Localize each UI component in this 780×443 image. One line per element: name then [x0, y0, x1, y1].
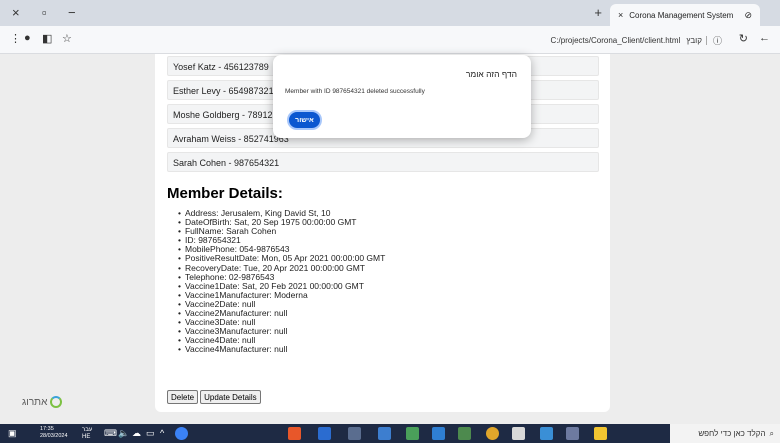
- file-explorer-icon[interactable]: [540, 427, 553, 440]
- minimize-window-icon[interactable]: −: [68, 5, 76, 20]
- search-placeholder: הקלד כאן כדי לחפש: [698, 429, 766, 438]
- notifications-icon[interactable]: ▣: [8, 428, 17, 439]
- vscode-icon[interactable]: [432, 427, 445, 440]
- browser-toolbar: ⋮ ● ◧ ☆ C:/projects/Corona_Client/client…: [0, 26, 780, 54]
- battery-icon[interactable]: ▭: [146, 428, 155, 439]
- network-icon[interactable]: ☁: [132, 428, 141, 439]
- browser-tab-strip: × ▫ − + × Corona Management System ⊘: [0, 0, 780, 26]
- address-bar[interactable]: C:/projects/Corona_Client/client.html קו…: [472, 31, 722, 49]
- dialog-message: Member with ID 987654321 deleted success…: [285, 88, 425, 95]
- dialog-ok-button[interactable]: אישור: [287, 110, 322, 130]
- lang-bottom: HE: [82, 434, 91, 440]
- lang-top: עבר: [82, 427, 93, 433]
- browser-tab[interactable]: × Corona Management System ⊘: [610, 4, 760, 26]
- menu-icon[interactable]: ⋮: [10, 32, 21, 45]
- tab-title: Corona Management System: [629, 10, 734, 20]
- action-buttons: Delete Update Details: [167, 390, 261, 404]
- browser-tray-icon[interactable]: [175, 427, 188, 440]
- site-logo: אתרוג: [22, 396, 63, 408]
- copilot-icon[interactable]: [594, 427, 607, 440]
- clock-time: 17:35: [40, 426, 54, 432]
- volume-icon[interactable]: 🔈: [118, 428, 129, 439]
- task-view-icon[interactable]: [566, 427, 579, 440]
- logo-text: אתרוג: [22, 396, 48, 408]
- update-details-button[interactable]: Update Details: [200, 390, 261, 404]
- info-icon[interactable]: ⓘ: [713, 34, 722, 47]
- back-arrow-icon[interactable]: ←: [759, 32, 770, 44]
- alert-dialog: הדף הזה אומר Member with ID 987654321 de…: [273, 55, 531, 138]
- app-icon-3[interactable]: [348, 427, 361, 440]
- member-details-list: Address: Jerusalem, King David St, 10 Da…: [178, 208, 385, 355]
- url-text: C:/projects/Corona_Client/client.html: [550, 35, 681, 45]
- reload-icon[interactable]: ↻: [739, 32, 748, 45]
- language-indicator[interactable]: עבר HE: [82, 427, 92, 441]
- app-icon-4[interactable]: [378, 427, 391, 440]
- windows-taskbar: ▣ 17:35 28/03/2024 עבר HE ⌨ 🔈 ☁ ▭ ^ הקלד…: [0, 424, 780, 443]
- chevron-up-icon[interactable]: ^: [160, 428, 164, 438]
- member-details-title: Member Details:: [167, 185, 283, 202]
- detail-vaccine4-manufacturer: Vaccine4Manufacturer: null: [178, 345, 385, 354]
- dialog-title: הדף הזה אומר: [465, 69, 517, 79]
- restore-window-icon[interactable]: ▫: [42, 5, 47, 20]
- sidebar-icon[interactable]: ◧: [42, 32, 52, 45]
- close-window-icon[interactable]: ×: [12, 5, 20, 20]
- tab-close-icon[interactable]: ×: [618, 10, 623, 20]
- settings-icon[interactable]: [512, 427, 525, 440]
- member-row[interactable]: Sarah Cohen - 987654321: [167, 152, 599, 172]
- clock-date: 28/03/2024: [40, 433, 68, 439]
- logo-ring-icon: [50, 396, 63, 408]
- taskbar-search[interactable]: הקלד כאן כדי לחפש ⌕: [670, 424, 780, 443]
- taskbar-clock[interactable]: 17:35 28/03/2024: [40, 426, 68, 440]
- keyboard-icon[interactable]: ⌨: [104, 428, 117, 439]
- chrome-icon[interactable]: [486, 427, 499, 440]
- app-icon-5[interactable]: [406, 427, 419, 440]
- new-tab-icon[interactable]: +: [594, 5, 602, 20]
- delete-button[interactable]: Delete: [167, 390, 199, 404]
- profile-icon[interactable]: ●: [24, 32, 31, 44]
- word-icon[interactable]: [318, 427, 331, 440]
- search-icon: ⌕: [769, 428, 774, 438]
- globe-icon: ⊘: [744, 9, 752, 20]
- app-icon-7[interactable]: [458, 427, 471, 440]
- bookmark-star-icon[interactable]: ☆: [62, 32, 72, 45]
- url-file-chip[interactable]: קובץ: [686, 35, 707, 45]
- app-icon-1[interactable]: [288, 427, 301, 440]
